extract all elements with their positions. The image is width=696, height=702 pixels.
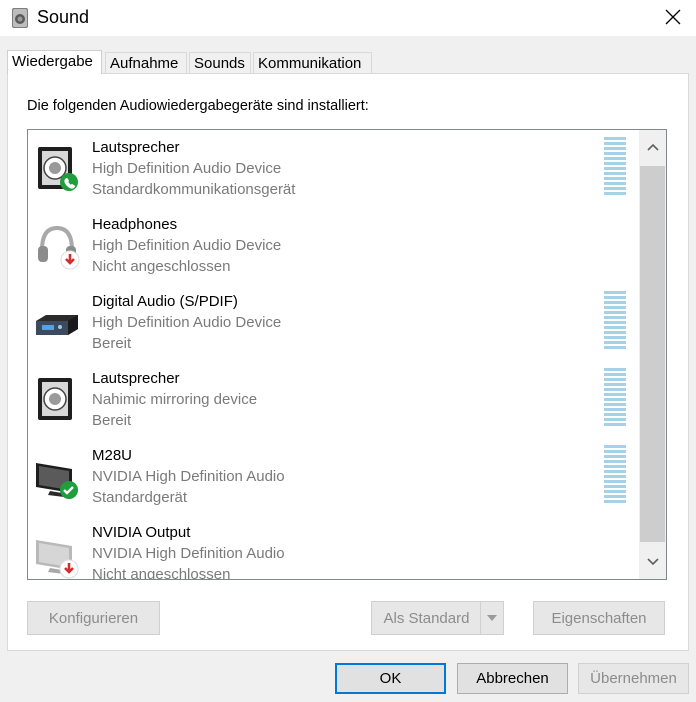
monitor-icon — [36, 463, 78, 499]
close-icon — [665, 9, 681, 25]
tab-sounds[interactable]: Sounds — [189, 52, 251, 73]
tab-wiedergabe[interactable]: Wiedergabe — [7, 50, 102, 74]
device-status: Standardkommunikationsgerät — [92, 181, 296, 198]
set-default-dropdown[interactable] — [480, 601, 504, 635]
phone-badge — [60, 173, 78, 191]
device-driver: High Definition Audio Device — [92, 237, 282, 254]
device-name: Lautsprecher — [92, 370, 180, 387]
instruction-text: Die folgenden Audiowiedergabegeräte sind… — [27, 98, 369, 114]
device-name: Digital Audio (S/PDIF) — [92, 293, 238, 310]
set-default-button[interactable]: Als Standard — [371, 601, 481, 635]
configure-button[interactable]: Konfigurieren — [27, 601, 160, 635]
device-name: Lautsprecher — [92, 139, 180, 156]
scroll-thumb[interactable] — [640, 166, 665, 542]
device-name: Headphones — [92, 216, 178, 233]
volume-meter — [604, 368, 626, 426]
device-status: Standardgerät — [92, 489, 188, 506]
device-item[interactable]: NVIDIA Output NVIDIA High Definition Aud… — [28, 515, 638, 580]
device-status: Nicht angeschlossen — [92, 566, 231, 580]
device-driver: High Definition Audio Device — [92, 160, 282, 177]
window-title: Sound — [37, 7, 90, 27]
tab-aufnahme[interactable]: Aufnahme — [105, 52, 187, 73]
volume-meter — [604, 291, 626, 349]
properties-button[interactable]: Eigenschaften — [533, 601, 665, 635]
chevron-down-icon — [646, 558, 659, 566]
monitor-icon — [36, 540, 79, 579]
device-item[interactable]: Lautsprecher High Definition Audio Devic… — [28, 130, 638, 207]
speaker-icon — [38, 147, 78, 191]
ok-button[interactable]: OK — [335, 663, 446, 694]
device-item[interactable]: Headphones High Definition Audio Device … — [28, 207, 638, 284]
scroll-down-button[interactable] — [639, 545, 666, 579]
chevron-up-icon — [646, 143, 659, 151]
device-driver: NVIDIA High Definition Audio — [92, 545, 285, 562]
scrollbar[interactable] — [639, 130, 666, 579]
speaker-icon — [12, 8, 28, 28]
title-bar: Sound — [0, 0, 696, 36]
volume-meter — [604, 137, 626, 195]
apply-button[interactable]: Übernehmen — [578, 663, 689, 694]
device-status: Bereit — [92, 412, 132, 429]
cancel-button[interactable]: Abbrechen — [457, 663, 568, 694]
speaker-icon — [38, 378, 72, 420]
device-name: NVIDIA Output — [92, 524, 191, 541]
device-name: M28U — [92, 447, 133, 464]
device-status: Nicht angeschlossen — [92, 258, 231, 275]
device-driver: NVIDIA High Definition Audio — [92, 468, 285, 485]
chevron-down-icon — [487, 615, 497, 621]
device-list[interactable]: Lautsprecher High Definition Audio Devic… — [27, 129, 667, 580]
headphones-icon — [38, 225, 80, 270]
tab-kommunikation[interactable]: Kommunikation — [253, 52, 372, 73]
device-item[interactable]: Digital Audio (S/PDIF) High Definition A… — [28, 284, 638, 361]
volume-meter — [604, 445, 626, 503]
scroll-up-button[interactable] — [639, 130, 666, 164]
digital-output-icon — [36, 315, 78, 335]
device-status: Bereit — [92, 335, 132, 352]
device-driver: Nahimic mirroring device — [92, 391, 258, 408]
close-button[interactable] — [650, 0, 696, 34]
device-item[interactable]: M28U NVIDIA High Definition Audio Standa… — [28, 438, 638, 515]
device-item[interactable]: Lautsprecher Nahimic mirroring device Be… — [28, 361, 638, 438]
device-driver: High Definition Audio Device — [92, 314, 282, 331]
